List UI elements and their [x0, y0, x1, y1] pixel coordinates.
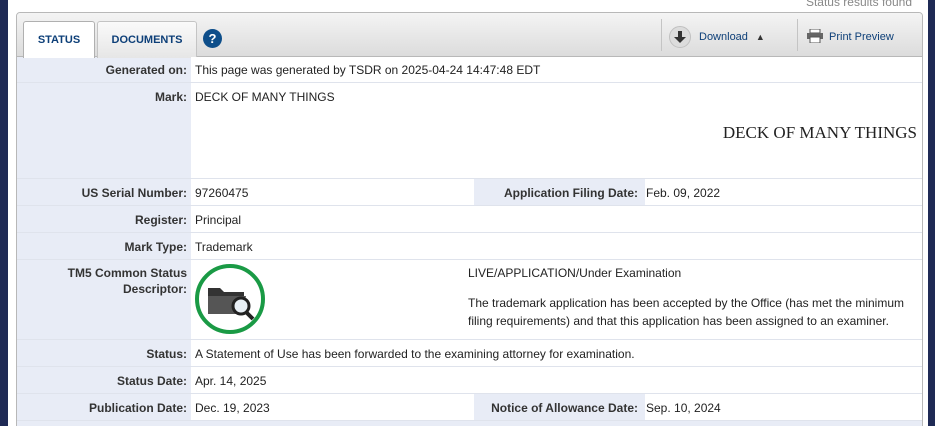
generated-on-row: Generated on: This page was generated by…	[17, 57, 922, 83]
status-value: A Statement of Use has been forwarded to…	[195, 347, 635, 361]
tab-documents[interactable]: DOCUMENTS	[97, 21, 197, 58]
field-label: Mark:	[154, 90, 187, 104]
allowance-date-value: Sep. 10, 2024	[646, 401, 721, 415]
print-preview-button[interactable]: Print Preview	[807, 25, 894, 49]
field-label: Generated on:	[105, 63, 187, 77]
print-preview-label: Print Preview	[829, 31, 894, 43]
field-label: US Serial Number:	[81, 186, 187, 200]
status-row: Status: A Statement of Use has been forw…	[17, 340, 922, 367]
mark-type-value: Trademark	[195, 240, 253, 254]
mark-image-text: DECK OF MANY THINGS	[722, 123, 917, 142]
field-label: Mark Type:	[124, 240, 187, 254]
register-value: Principal	[195, 213, 242, 227]
status-results-text: Status results found	[805, 0, 912, 9]
tsdr-container: Status results found STATUS DOCUMENTS ? …	[8, 0, 928, 426]
tm5-row: TM5 Common Status Descriptor: LIVE/APPLI…	[17, 260, 922, 340]
download-button[interactable]: Download ▲	[669, 25, 765, 49]
download-arrow-icon	[669, 26, 691, 48]
filing-date-value: Feb. 09, 2022	[646, 186, 721, 200]
field-label: Register:	[134, 213, 187, 227]
publication-date-value: Dec. 19, 2023	[195, 401, 270, 415]
help-icon[interactable]: ?	[203, 29, 222, 48]
caret-up-icon: ▲	[755, 32, 765, 42]
tab-status[interactable]: STATUS	[23, 21, 95, 58]
mark-type-row: Mark Type: Trademark	[17, 233, 922, 260]
mark-row: Mark: DECK OF MANY THINGS DECK OF MANY T…	[17, 83, 922, 179]
toolbar-divider	[661, 19, 662, 51]
status-panel: STATUS DOCUMENTS ? Download ▲ Print Prev…	[16, 12, 923, 426]
status-date-row: Status Date: Apr. 14, 2025	[17, 367, 922, 394]
field-label: Notice of Allowance Date:	[491, 401, 638, 415]
publication-row: Publication Date: Dec. 19, 2023 Notice o…	[17, 394, 922, 421]
field-label: Status Date:	[116, 374, 187, 388]
download-label: Download	[699, 31, 748, 43]
mark-value: DECK OF MANY THINGS	[195, 90, 335, 104]
serial-number-value: 97260475	[195, 186, 249, 200]
toolbar-divider	[797, 19, 798, 51]
field-label: Descriptor:	[122, 282, 187, 296]
field-label: Publication Date:	[88, 401, 187, 415]
tm5-description-text: The trademark application has been accep…	[468, 296, 905, 328]
serial-row: US Serial Number: 97260475 Application F…	[17, 179, 922, 206]
status-date-value: Apr. 14, 2025	[195, 374, 267, 388]
printer-icon	[807, 28, 823, 46]
field-label: Status:	[146, 347, 187, 361]
field-label: Application Filing Date:	[504, 186, 638, 200]
register-row: Register: Principal	[17, 206, 922, 233]
field-label: TM5 Common Status	[67, 266, 187, 280]
tm5-status-text: LIVE/APPLICATION/Under Examination	[468, 266, 682, 280]
tab-bar: STATUS DOCUMENTS ? Download ▲ Print Prev…	[17, 13, 922, 58]
generated-on-value: This page was generated by TSDR on 2025-…	[195, 63, 541, 77]
folder-magnifier-icon	[195, 264, 265, 334]
